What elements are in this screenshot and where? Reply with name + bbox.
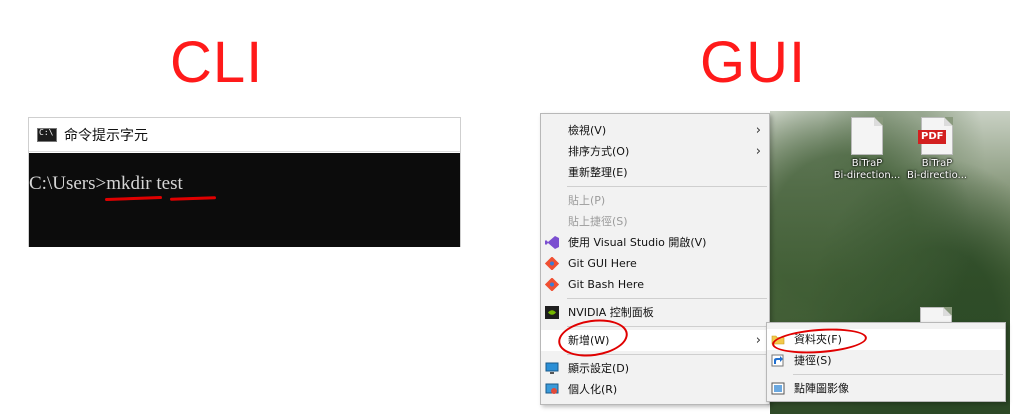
file-name-line2: Bi-directio...	[906, 170, 968, 181]
cli-heading: CLI	[170, 30, 264, 95]
menu-divider	[793, 374, 1003, 375]
desktop-context-menu: 檢視(V) › 排序方式(O) › 重新整理(E) 貼上(P) 貼上捷徑(S) 使用…	[540, 113, 770, 405]
command-prompt-window[interactable]: 命令提示字元 C:\Users>mkdir test	[28, 117, 461, 247]
command-line: C:\Users>mkdir test	[29, 173, 183, 195]
menu-divider	[567, 186, 767, 187]
display-icon	[545, 362, 559, 374]
bitmap-icon	[771, 382, 785, 395]
git-icon	[545, 278, 559, 291]
menu-item-open-visual-studio[interactable]: 使用 Visual Studio 開啟(V)	[541, 232, 769, 253]
argument-underline	[169, 196, 217, 201]
menu-item-git-bash[interactable]: Git Bash Here	[541, 274, 769, 295]
desktop-file[interactable]: BiTraP Bi-direction...	[832, 117, 902, 182]
submenu-item-bitmap[interactable]: 點陣圖影像	[767, 378, 1005, 399]
menu-item-refresh[interactable]: 重新整理(E)	[541, 162, 769, 183]
menu-item-personalize[interactable]: 個人化(R)	[541, 379, 769, 400]
prompt-text: C:\Users>	[29, 173, 107, 194]
document-icon	[851, 117, 883, 155]
chevron-right-icon: ›	[755, 144, 761, 159]
menu-divider	[567, 298, 767, 299]
terminal-icon	[37, 127, 57, 142]
menu-item-display-settings[interactable]: 顯示設定(D)	[541, 358, 769, 379]
menu-item-view[interactable]: 檢視(V) ›	[541, 120, 769, 141]
pdf-icon: PDF	[918, 117, 953, 155]
file-name-line1: BiTraP	[921, 158, 953, 169]
shortcut-icon	[771, 354, 784, 367]
window-title: 命令提示字元	[64, 127, 148, 144]
menu-item-paste-shortcut[interactable]: 貼上捷徑(S)	[541, 211, 769, 232]
file-name-line1: BiTraP	[851, 158, 883, 169]
menu-item-nvidia-control-panel[interactable]: NVIDIA 控制面板	[541, 302, 769, 323]
visual-studio-icon	[545, 236, 559, 249]
desktop-pdf-file[interactable]: PDF BiTraP Bi-directio...	[902, 117, 972, 182]
nvidia-icon	[545, 306, 559, 319]
menu-item-sort-by[interactable]: 排序方式(O) ›	[541, 141, 769, 162]
command-prompt-titlebar[interactable]: 命令提示字元	[29, 118, 460, 152]
menu-item-paste[interactable]: 貼上(P)	[541, 190, 769, 211]
argument-text: test	[156, 173, 183, 194]
pdf-badge: PDF	[918, 130, 947, 144]
file-name-line2: Bi-direction...	[833, 170, 901, 181]
command-underline	[104, 196, 163, 201]
gui-heading: GUI	[700, 30, 807, 95]
chevron-right-icon: ›	[755, 333, 761, 348]
command-text: mkdir	[106, 173, 152, 194]
git-icon	[545, 257, 559, 270]
terminal-area[interactable]: C:\Users>mkdir test	[29, 153, 460, 247]
menu-item-git-gui[interactable]: Git GUI Here	[541, 253, 769, 274]
chevron-right-icon: ›	[755, 123, 761, 138]
personalize-icon	[545, 383, 559, 394]
